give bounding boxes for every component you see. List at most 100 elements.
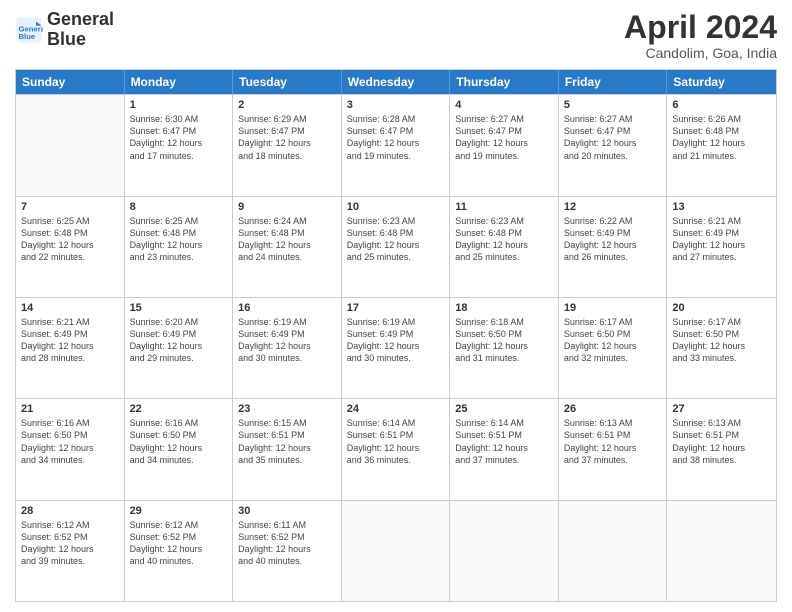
calendar-cell [16, 95, 125, 195]
cell-info: Sunrise: 6:24 AMSunset: 6:48 PMDaylight:… [238, 215, 336, 264]
cell-info: Sunrise: 6:23 AMSunset: 6:48 PMDaylight:… [347, 215, 445, 264]
logo-line2: Blue [47, 30, 114, 50]
weekday-header: Friday [559, 70, 668, 94]
day-number: 18 [455, 302, 553, 314]
cell-info: Sunrise: 6:30 AMSunset: 6:47 PMDaylight:… [130, 113, 228, 162]
calendar-cell: 14 Sunrise: 6:21 AMSunset: 6:49 PMDayligh… [16, 298, 125, 398]
calendar-cell: 20 Sunrise: 6:17 AMSunset: 6:50 PMDayligh… [667, 298, 776, 398]
calendar-cell: 6 Sunrise: 6:26 AMSunset: 6:48 PMDaylight… [667, 95, 776, 195]
logo-line1: General [47, 10, 114, 30]
cell-info: Sunrise: 6:29 AMSunset: 6:47 PMDaylight:… [238, 113, 336, 162]
calendar-week: 28Sunrise: 6:12 AMSunset: 6:52 PMDayligh… [16, 500, 776, 601]
day-number: 11 [455, 201, 553, 213]
day-number: 13 [672, 201, 771, 213]
calendar-cell: 13 Sunrise: 6:21 AMSunset: 6:49 PMDayligh… [667, 197, 776, 297]
calendar-cell: 9 Sunrise: 6:24 AMSunset: 6:48 PMDaylight… [233, 197, 342, 297]
calendar-header-row: SundayMondayTuesdayWednesdayThursdayFrid… [16, 70, 776, 94]
cell-info: Sunrise: 6:21 AMSunset: 6:49 PMDaylight:… [672, 215, 771, 264]
calendar-cell: 19 Sunrise: 6:17 AMSunset: 6:50 PMDayligh… [559, 298, 668, 398]
day-number: 24 [347, 403, 445, 415]
calendar-cell: 4 Sunrise: 6:27 AMSunset: 6:47 PMDaylight… [450, 95, 559, 195]
day-number: 30 [238, 505, 336, 517]
logo: General Blue General Blue [15, 10, 114, 50]
cell-info: Sunrise: 6:16 AMSunset: 6:50 PMDaylight:… [21, 417, 119, 466]
calendar-cell: 5 Sunrise: 6:27 AMSunset: 6:47 PMDaylight… [559, 95, 668, 195]
calendar-cell: 25 Sunrise: 6:14 AMSunset: 6:51 PMDayligh… [450, 399, 559, 499]
cell-info: Sunrise: 6:25 AMSunset: 6:48 PMDaylight:… [130, 215, 228, 264]
logo-icon: General Blue [15, 16, 43, 44]
calendar-cell [559, 501, 668, 601]
day-number: 14 [21, 302, 119, 314]
day-number: 17 [347, 302, 445, 314]
cell-info: Sunrise: 6:16 AMSunset: 6:50 PMDaylight:… [130, 417, 228, 466]
day-number: 8 [130, 201, 228, 213]
calendar-cell: 23Sunrise: 6:15 AMSunset: 6:51 PMDayligh… [233, 399, 342, 499]
day-number: 3 [347, 99, 445, 111]
logo-text: General Blue [47, 10, 114, 50]
calendar-week: 7Sunrise: 6:25 AMSunset: 6:48 PMDaylight… [16, 196, 776, 297]
cell-info: Sunrise: 6:23 AMSunset: 6:48 PMDaylight:… [455, 215, 553, 264]
calendar-cell: 16 Sunrise: 6:19 AMSunset: 6:49 PMDayligh… [233, 298, 342, 398]
day-number: 19 [564, 302, 662, 314]
calendar-cell: 15Sunrise: 6:20 AMSunset: 6:49 PMDayligh… [125, 298, 234, 398]
day-number: 28 [21, 505, 119, 517]
calendar-cell: 21 Sunrise: 6:16 AMSunset: 6:50 PMDayligh… [16, 399, 125, 499]
cell-info: Sunrise: 6:14 AMSunset: 6:51 PMDaylight:… [455, 417, 553, 466]
calendar-cell: 22Sunrise: 6:16 AMSunset: 6:50 PMDayligh… [125, 399, 234, 499]
calendar-week: 14 Sunrise: 6:21 AMSunset: 6:49 PMDayligh… [16, 297, 776, 398]
subtitle: Candolim, Goa, India [624, 45, 777, 61]
cell-info: Sunrise: 6:17 AMSunset: 6:50 PMDaylight:… [672, 316, 771, 365]
cell-info: Sunrise: 6:15 AMSunset: 6:51 PMDaylight:… [238, 417, 336, 466]
calendar-cell [450, 501, 559, 601]
calendar-cell: 11 Sunrise: 6:23 AMSunset: 6:48 PMDayligh… [450, 197, 559, 297]
day-number: 6 [672, 99, 771, 111]
title-block: April 2024 Candolim, Goa, India [624, 10, 777, 61]
cell-info: Sunrise: 6:11 AMSunset: 6:52 PMDaylight:… [238, 519, 336, 568]
day-number: 25 [455, 403, 553, 415]
main-title: April 2024 [624, 10, 777, 45]
calendar-cell: 3 Sunrise: 6:28 AMSunset: 6:47 PMDaylight… [342, 95, 451, 195]
calendar-week: 21 Sunrise: 6:16 AMSunset: 6:50 PMDayligh… [16, 398, 776, 499]
cell-info: Sunrise: 6:19 AMSunset: 6:49 PMDaylight:… [238, 316, 336, 365]
cell-info: Sunrise: 6:27 AMSunset: 6:47 PMDaylight:… [455, 113, 553, 162]
day-number: 21 [21, 403, 119, 415]
svg-text:Blue: Blue [19, 32, 36, 41]
cell-info: Sunrise: 6:20 AMSunset: 6:49 PMDaylight:… [130, 316, 228, 365]
cell-info: Sunrise: 6:21 AMSunset: 6:49 PMDaylight:… [21, 316, 119, 365]
calendar-cell: 8 Sunrise: 6:25 AMSunset: 6:48 PMDaylight… [125, 197, 234, 297]
cell-info: Sunrise: 6:22 AMSunset: 6:49 PMDaylight:… [564, 215, 662, 264]
day-number: 29 [130, 505, 228, 517]
day-number: 5 [564, 99, 662, 111]
cell-info: Sunrise: 6:25 AMSunset: 6:48 PMDaylight:… [21, 215, 119, 264]
header: General Blue General Blue April 2024 Can… [15, 10, 777, 61]
cell-info: Sunrise: 6:27 AMSunset: 6:47 PMDaylight:… [564, 113, 662, 162]
day-number: 20 [672, 302, 771, 314]
calendar-cell: 26 Sunrise: 6:13 AMSunset: 6:51 PMDayligh… [559, 399, 668, 499]
cell-info: Sunrise: 6:19 AMSunset: 6:49 PMDaylight:… [347, 316, 445, 365]
calendar-week: 1Sunrise: 6:30 AMSunset: 6:47 PMDaylight… [16, 94, 776, 195]
cell-info: Sunrise: 6:28 AMSunset: 6:47 PMDaylight:… [347, 113, 445, 162]
day-number: 4 [455, 99, 553, 111]
day-number: 16 [238, 302, 336, 314]
calendar: SundayMondayTuesdayWednesdayThursdayFrid… [15, 69, 777, 602]
weekday-header: Saturday [667, 70, 776, 94]
calendar-cell: 2 Sunrise: 6:29 AMSunset: 6:47 PMDaylight… [233, 95, 342, 195]
calendar-cell: 28Sunrise: 6:12 AMSunset: 6:52 PMDayligh… [16, 501, 125, 601]
cell-info: Sunrise: 6:26 AMSunset: 6:48 PMDaylight:… [672, 113, 771, 162]
calendar-body: 1Sunrise: 6:30 AMSunset: 6:47 PMDaylight… [16, 94, 776, 601]
day-number: 9 [238, 201, 336, 213]
calendar-cell: 27 Sunrise: 6:13 AMSunset: 6:51 PMDayligh… [667, 399, 776, 499]
cell-info: Sunrise: 6:13 AMSunset: 6:51 PMDaylight:… [564, 417, 662, 466]
calendar-cell [667, 501, 776, 601]
day-number: 2 [238, 99, 336, 111]
weekday-header: Wednesday [342, 70, 451, 94]
day-number: 27 [672, 403, 771, 415]
cell-info: Sunrise: 6:13 AMSunset: 6:51 PMDaylight:… [672, 417, 771, 466]
calendar-cell: 10Sunrise: 6:23 AMSunset: 6:48 PMDayligh… [342, 197, 451, 297]
calendar-cell: 29Sunrise: 6:12 AMSunset: 6:52 PMDayligh… [125, 501, 234, 601]
weekday-header: Monday [125, 70, 234, 94]
cell-info: Sunrise: 6:17 AMSunset: 6:50 PMDaylight:… [564, 316, 662, 365]
calendar-cell [342, 501, 451, 601]
day-number: 26 [564, 403, 662, 415]
calendar-cell: 24Sunrise: 6:14 AMSunset: 6:51 PMDayligh… [342, 399, 451, 499]
